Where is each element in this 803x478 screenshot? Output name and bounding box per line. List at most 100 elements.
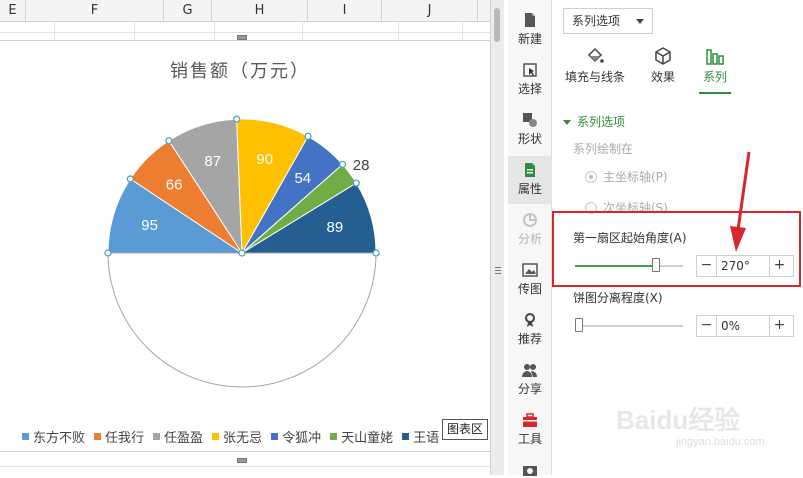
- pie-chart[interactable]: 95 66 87 90 54 28 89: [0, 41, 490, 453]
- data-label[interactable]: 90: [256, 151, 273, 168]
- rail-item-shapes[interactable]: 形状: [508, 106, 552, 154]
- data-label[interactable]: 54: [294, 170, 311, 187]
- decrement-button[interactable]: −: [697, 316, 717, 336]
- pie-explosion-slider[interactable]: [575, 325, 683, 327]
- data-label[interactable]: 28: [353, 157, 370, 174]
- section-series-options-header[interactable]: 系列选项: [563, 113, 625, 130]
- upload-image-icon: [522, 263, 538, 277]
- column-header-j[interactable]: J: [382, 0, 478, 22]
- selection-handle[interactable]: [233, 115, 241, 123]
- chart-legend[interactable]: 东方不败 任我行 任盈盈 张无忌 令狐冲 天山童姥 王语: [22, 427, 448, 446]
- data-label[interactable]: 89: [327, 219, 344, 236]
- tab-series[interactable]: 系列: [699, 42, 731, 94]
- pie-explosion-label: 饼图分离程度(X): [573, 291, 663, 305]
- chart-resize-handle-bottom[interactable]: [237, 458, 247, 463]
- grid-row-line: [0, 32, 490, 33]
- rail-label: 形状: [517, 132, 542, 146]
- column-header-h[interactable]: H: [212, 0, 308, 22]
- grid-col-line: [214, 22, 215, 42]
- grid-col-line: [462, 22, 463, 42]
- rail-item-recommend[interactable]: 推荐: [508, 306, 552, 354]
- chevron-down-icon: [636, 19, 644, 24]
- selection-handle[interactable]: [126, 175, 134, 183]
- selection-handle[interactable]: [338, 160, 347, 169]
- shapes-icon: [523, 113, 537, 127]
- legend-swatch: [94, 432, 102, 440]
- rail-item-analysis[interactable]: 分析: [508, 206, 552, 254]
- column-header-e[interactable]: E: [0, 0, 26, 22]
- legend-swatch: [22, 432, 29, 440]
- grid-row-line: [0, 466, 490, 467]
- legend-label: 令狐冲: [282, 430, 322, 446]
- legend-item[interactable]: 任我行: [94, 427, 144, 446]
- rail-item-tools[interactable]: 工具: [508, 406, 552, 454]
- scrollbar-thumb[interactable]: [494, 8, 500, 42]
- tab-effects[interactable]: 效果: [645, 42, 681, 94]
- rail-label: 工具: [517, 432, 542, 446]
- legend-label: 任盈盈: [164, 430, 204, 446]
- column-header-i[interactable]: I: [308, 0, 382, 22]
- spreadsheet-area[interactable]: E F G H I J 销售额（万元） 95 66 87 90 54 28 89 东方不败任…: [0, 0, 490, 475]
- rail-label: 推荐: [517, 332, 542, 346]
- legend-item[interactable]: 王语: [402, 427, 439, 446]
- legend-swatch: [153, 432, 161, 440]
- legend-item[interactable]: 令狐冲: [271, 427, 322, 446]
- properties-icon: [525, 163, 535, 177]
- selection-handle[interactable]: [104, 249, 112, 257]
- data-label[interactable]: 95: [141, 217, 158, 234]
- tab-label: 填充与线条: [564, 70, 625, 84]
- legend-item[interactable]: 张无忌: [212, 427, 263, 446]
- legend-item[interactable]: 天山童姥: [330, 427, 394, 446]
- series-options-dropdown[interactable]: 系列选项: [563, 8, 653, 34]
- rail-item-share[interactable]: 分享: [508, 356, 552, 404]
- selection-handle[interactable]: [372, 249, 380, 257]
- toolbox-icon: [523, 413, 537, 427]
- select-cursor-icon: [523, 63, 537, 77]
- rail-item-more[interactable]: [508, 458, 552, 476]
- new-doc-icon: [525, 13, 535, 27]
- rail-item-select[interactable]: 选择: [508, 56, 552, 104]
- rail-label: 传图: [517, 282, 542, 296]
- data-label[interactable]: 66: [166, 176, 183, 193]
- legend-label: 天山童姥: [341, 430, 394, 446]
- increment-button[interactable]: +: [769, 316, 789, 336]
- rail-label: 新建: [517, 32, 542, 46]
- rail-item-new[interactable]: 新建: [508, 6, 552, 54]
- selection-handle[interactable]: [352, 179, 360, 187]
- pie-slice-hidden[interactable]: [107, 252, 377, 388]
- radio-button[interactable]: [585, 170, 597, 183]
- rail-item-properties[interactable]: 属性: [508, 156, 552, 204]
- watermark-logo: Baidu经验: [616, 405, 741, 435]
- tab-label: 系列: [702, 70, 727, 84]
- legend-label: 东方不败: [33, 430, 86, 446]
- grid-col-line: [398, 22, 399, 42]
- grid-col-line: [134, 22, 135, 42]
- plot-series-on-label: 系列绘制在: [573, 142, 634, 156]
- rail-label: 属性: [517, 182, 542, 196]
- legend-item[interactable]: 东方不败: [22, 427, 86, 446]
- pie-explosion-input[interactable]: 0%: [717, 316, 769, 336]
- tool-rail: 新建 选择 形状 属性 分析 传图 推荐 分享 工具: [508, 0, 552, 476]
- annotation-highlight-box: [552, 211, 801, 287]
- pie-explosion-stepper[interactable]: − 0% +: [696, 315, 794, 337]
- legend-swatch: [330, 432, 338, 440]
- column-header-f[interactable]: F: [26, 0, 164, 22]
- grid-col-line: [54, 22, 55, 42]
- column-header-g[interactable]: G: [164, 0, 212, 22]
- radio-primary-axis[interactable]: 主坐标轴(P): [585, 168, 668, 185]
- vertical-scrollbar[interactable]: [490, 0, 504, 475]
- data-label[interactable]: 87: [204, 153, 221, 170]
- selection-handle[interactable]: [165, 137, 173, 145]
- legend-label: 张无忌: [223, 430, 263, 446]
- selection-handle[interactable]: [238, 249, 246, 257]
- legend-item[interactable]: 任盈盈: [153, 427, 204, 446]
- column-header-row: E F G H I J: [0, 0, 490, 22]
- slider-thumb[interactable]: [575, 318, 583, 332]
- legend-swatch: [271, 432, 279, 440]
- chart-area[interactable]: 销售额（万元） 95 66 87 90 54 28 89 东方不败 任我行 任盈盈 张无忌 令狐冲天…: [0, 40, 490, 452]
- tab-fill-and-line[interactable]: 填充与线条: [561, 42, 629, 94]
- share-icon: [522, 364, 537, 377]
- selection-handle[interactable]: [304, 132, 312, 141]
- rail-item-upload-image[interactable]: 传图: [508, 256, 552, 304]
- panel-splitter-grip-icon[interactable]: [495, 266, 501, 276]
